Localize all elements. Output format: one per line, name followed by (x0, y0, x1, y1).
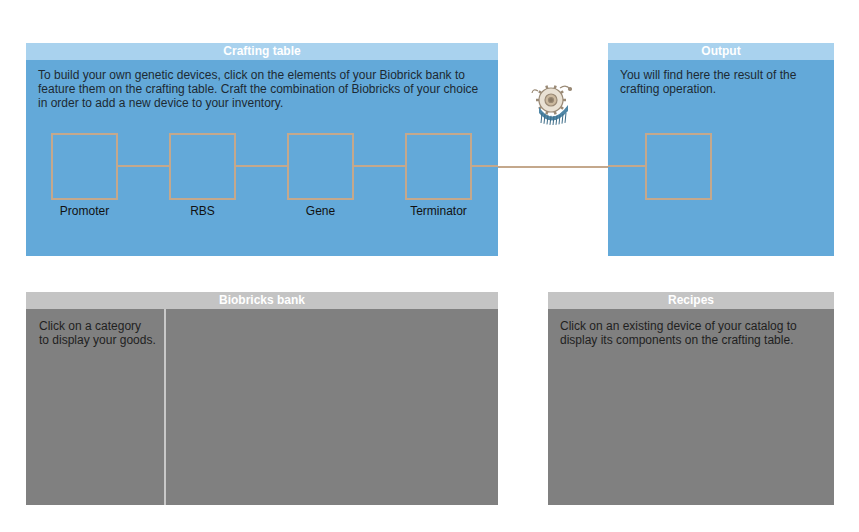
crafting-slot[interactable]: RBS (169, 133, 236, 218)
slot-box[interactable] (287, 133, 354, 200)
category-hint: Click on a category to display your good… (39, 319, 156, 347)
category-list[interactable]: Click on a category to display your good… (26, 309, 166, 505)
slot-row: Promoter RBS Gene Terminator (51, 133, 498, 218)
goods-list[interactable] (166, 309, 498, 505)
output-description: You will find here the result of the cra… (620, 68, 822, 125)
panel-header: Recipes (548, 292, 834, 309)
wire (236, 165, 287, 167)
crafting-table-body: To build your own genetic devices, click… (26, 60, 498, 256)
slot-box[interactable] (169, 133, 236, 200)
wire (608, 165, 645, 167)
slot-label: RBS (190, 204, 215, 218)
output-slot-row (608, 133, 822, 200)
slot-box[interactable] (405, 133, 472, 200)
panel-header: Biobricks bank (26, 292, 498, 309)
panel-header: Crafting table (26, 43, 498, 60)
slot-label: Promoter (60, 204, 109, 218)
crafting-description: To build your own genetic devices, click… (38, 68, 486, 125)
crafting-slot[interactable]: Gene (287, 133, 354, 218)
wire (118, 165, 169, 167)
biobricks-bank-body: Click on a category to display your good… (26, 309, 498, 505)
crafting-table-panel: Crafting table To build your own genetic … (26, 43, 498, 256)
slot-box[interactable] (51, 133, 118, 200)
connector (498, 43, 608, 256)
wire (498, 166, 608, 168)
recipes-panel: Recipes Click on an existing device of yo… (548, 292, 834, 505)
crafting-slot[interactable]: Promoter (51, 133, 118, 218)
slot-label: Gene (306, 204, 335, 218)
output-panel: Output You will find here the result of t… (608, 43, 834, 256)
biobricks-bank-panel: Biobricks bank Click on a category to dis… (26, 292, 498, 505)
slot-label: Terminator (410, 204, 467, 218)
panel-header: Output (608, 43, 834, 60)
recipes-body[interactable]: Click on an existing device of your cata… (548, 309, 834, 505)
page: Crafting table To build your own genetic … (0, 0, 859, 532)
output-slot[interactable] (645, 133, 712, 200)
gear-bug-icon (530, 83, 576, 129)
crafting-slot[interactable]: Terminator (405, 133, 472, 218)
slot-box[interactable] (645, 133, 712, 200)
wire (354, 165, 405, 167)
recipes-hint: Click on an existing device of your cata… (560, 319, 822, 347)
output-body: You will find here the result of the cra… (608, 60, 834, 256)
wire (472, 165, 498, 167)
